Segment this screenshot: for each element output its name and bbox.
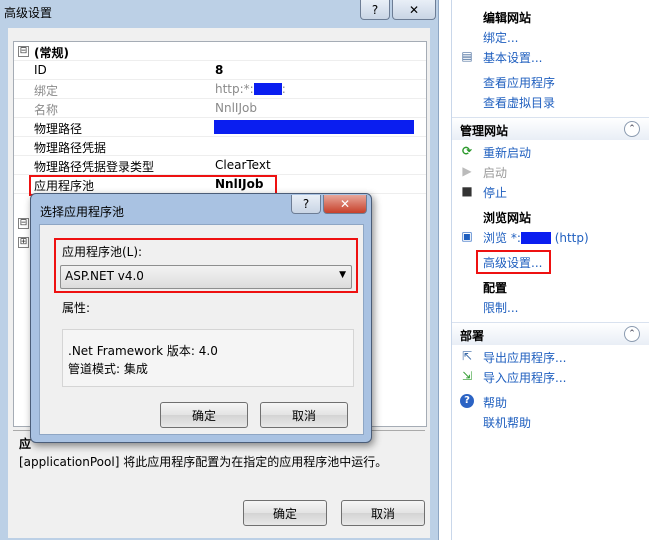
property-row-name[interactable]: 名称 NnlIJob	[14, 99, 426, 118]
browse-site-title: 浏览网站	[483, 211, 532, 225]
stop-icon: ■	[461, 184, 473, 198]
group-general[interactable]: ⊟ (常规)	[14, 42, 426, 61]
dialog-title: 选择应用程序池	[40, 205, 125, 219]
property-value: NnlIJob	[215, 101, 257, 115]
ok-button[interactable]: 确定	[243, 500, 327, 526]
link-restart[interactable]: 重新启动	[483, 144, 531, 161]
redacted-block	[253, 83, 282, 95]
property-row-logon-type[interactable]: 物理路径凭据登录类型 ClearText	[14, 156, 426, 175]
binding-prefix: http:*:	[215, 82, 254, 96]
highlight-box	[476, 250, 551, 274]
property-value: http:*::	[215, 82, 286, 96]
cancel-button[interactable]: 取消	[341, 500, 425, 526]
help-icon: ?	[460, 394, 474, 408]
property-name: 物理路径凭据登录类型	[34, 160, 155, 174]
section-manage-site[interactable]: 管理网站 ⌃	[452, 117, 649, 140]
link-start: 启动	[483, 166, 508, 180]
browse-prefix: 浏览 *:	[483, 231, 521, 245]
property-name: 绑定	[34, 84, 59, 98]
close-button[interactable]: ✕	[323, 195, 367, 214]
section-title: 管理网站	[460, 124, 509, 138]
select-app-pool-dialog: 选择应用程序池 ? ✕ 应用程序池(L): ASP.NET v4.0 ▼ 属性:…	[30, 193, 372, 443]
link-export-app[interactable]: 导出应用程序...	[483, 349, 566, 366]
browser-icon: ▣	[461, 229, 473, 243]
link-online-help[interactable]: 联机帮助	[483, 414, 531, 431]
property-name: ID	[34, 63, 47, 77]
properties-box: .Net Framework 版本: 4.0 管道模式: 集成	[62, 329, 354, 387]
start-icon: ▶	[462, 164, 472, 178]
window-title: 高级设置	[4, 6, 53, 20]
dialog-cancel-button[interactable]: 取消	[260, 402, 348, 428]
property-row-path-credentials[interactable]: 物理路径凭据	[14, 137, 426, 156]
link-limits[interactable]: 限制...	[483, 299, 518, 316]
help-button[interactable]: ?	[360, 0, 390, 20]
redacted-block	[520, 232, 551, 244]
dialog-ok-button[interactable]: 确定	[160, 402, 248, 428]
group-label: (常规)	[34, 46, 69, 60]
link-basic-settings[interactable]: 基本设置...	[483, 49, 542, 66]
collapse-icon[interactable]: ⌃	[624, 326, 640, 342]
properties-label: 属性:	[62, 301, 91, 315]
link-bindings[interactable]: 绑定...	[483, 29, 518, 46]
document-icon: ▤	[461, 49, 473, 63]
collapse-icon[interactable]: ⊟	[18, 46, 29, 57]
property-row-binding[interactable]: 绑定 http:*::	[14, 80, 426, 99]
section-title: 部署	[460, 329, 485, 343]
section-deploy[interactable]: 部署 ⌃	[452, 322, 649, 345]
property-row-physical-path[interactable]: 物理路径	[14, 118, 426, 137]
collapse-icon[interactable]: ⌃	[624, 121, 640, 137]
property-name: 物理路径凭据	[34, 141, 107, 155]
dialog-client: 应用程序池(L): ASP.NET v4.0 ▼ 属性: .Net Framew…	[39, 224, 364, 435]
property-value: ClearText	[215, 158, 271, 172]
link-view-applications[interactable]: 查看应用程序	[483, 74, 555, 91]
property-name: 名称	[34, 103, 59, 117]
framework-version: .Net Framework 版本: 4.0	[68, 344, 218, 358]
link-import-app[interactable]: 导入应用程序...	[483, 369, 566, 386]
collapse-icon[interactable]: ⊟	[18, 218, 29, 229]
redacted-block	[214, 120, 414, 134]
property-name: 物理路径	[34, 122, 83, 136]
description-text: [applicationPool] 将此应用程序配置为在指定的应用程序池中运行。	[19, 455, 388, 469]
section-title-edit-site: 编辑网站	[483, 11, 532, 25]
property-row-id[interactable]: ID 8	[14, 61, 426, 80]
expand-icon[interactable]: ⊞	[18, 237, 29, 248]
link-view-virtual-dirs[interactable]: 查看虚拟目录	[483, 94, 555, 111]
highlight-box	[54, 238, 358, 293]
help-button[interactable]: ?	[291, 195, 321, 214]
export-icon: ⇱	[461, 349, 473, 363]
pipeline-mode: 管道模式: 集成	[68, 362, 148, 376]
close-button[interactable]: ✕	[392, 0, 436, 20]
link-browse[interactable]: 浏览 *: (http)	[483, 229, 589, 246]
import-icon: ⇲	[461, 369, 473, 383]
property-value: 8	[215, 63, 224, 77]
browse-suffix: (http)	[554, 231, 589, 245]
config-title: 配置	[483, 281, 508, 295]
restart-icon: ⟳	[461, 144, 473, 158]
actions-pane: 编辑网站 绑定... ▤ 基本设置... 查看应用程序 查看虚拟目录 管理网站 …	[451, 0, 649, 540]
binding-suffix: :	[281, 82, 286, 96]
link-help[interactable]: 帮助	[483, 394, 507, 411]
link-stop[interactable]: 停止	[483, 184, 507, 201]
